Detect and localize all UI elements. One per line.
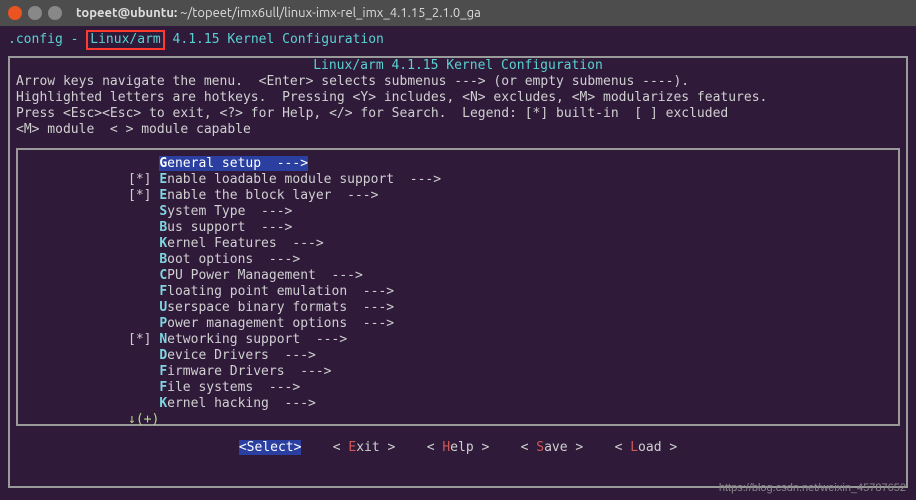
help-button[interactable]: < Help >	[427, 440, 490, 455]
title-user-host: topeet@ubuntu:	[76, 6, 177, 20]
dialog-title: Linux/arm 4.1.15 Kernel Configuration	[10, 58, 906, 74]
ncurses-dialog: Linux/arm 4.1.15 Kernel Configuration Ar…	[8, 56, 908, 488]
help-line-3: Press <Esc><Esc> to exit, <?> for Help, …	[10, 106, 906, 122]
close-icon[interactable]	[8, 6, 22, 20]
menu-item-userspace-binary[interactable]: Userspace binary formats --->	[128, 300, 892, 316]
config-status-line: .config - Linux/arm 4.1.15 Kernel Config…	[8, 30, 908, 50]
menu-item-block-layer[interactable]: [*] Enable the block layer --->	[128, 188, 892, 204]
menu-item-file-systems[interactable]: File systems --->	[128, 380, 892, 396]
menu-item-power-management[interactable]: Power management options --->	[128, 316, 892, 332]
help-line-4: <M> module < > module capable	[10, 122, 906, 138]
title-path: ~/topeet/imx6ull/linux-imx-rel_imx_4.1.1…	[177, 6, 481, 20]
menu-item-bus-support[interactable]: Bus support --->	[128, 220, 892, 236]
window-title: topeet@ubuntu: ~/topeet/imx6ull/linux-im…	[76, 6, 481, 20]
button-bar: <Select> < Exit > < Help > < Save > < Lo…	[10, 440, 906, 456]
help-line-2: Highlighted letters are hotkeys. Pressin…	[10, 90, 906, 106]
menu-item-networking[interactable]: [*] Networking support --->	[128, 332, 892, 348]
menu-item-system-type[interactable]: System Type --->	[128, 204, 892, 220]
menu-item-device-drivers[interactable]: Device Drivers --->	[128, 348, 892, 364]
maximize-icon[interactable]	[48, 6, 62, 20]
more-below-indicator: ↓(+)	[128, 412, 892, 428]
highlighted-arch: Linux/arm	[86, 30, 164, 50]
menu-item-general-setup[interactable]: General setup --->	[128, 156, 308, 172]
menu-item-firmware-drivers[interactable]: Firmware Drivers --->	[128, 364, 892, 380]
save-button[interactable]: < Save >	[521, 440, 584, 455]
menu-item-kernel-hacking[interactable]: Kernel hacking --->	[128, 396, 892, 412]
help-line-1: Arrow keys navigate the menu. <Enter> se…	[10, 74, 906, 90]
select-button[interactable]: <Select>	[239, 440, 302, 455]
window-titlebar: topeet@ubuntu: ~/topeet/imx6ull/linux-im…	[0, 0, 916, 26]
terminal-area: .config - Linux/arm 4.1.15 Kernel Config…	[0, 26, 916, 500]
watermark-text: https://blog.csdn.net/weixin_45787652	[719, 480, 906, 496]
menu-list: General setup ---> [*] Enable loadable m…	[16, 148, 900, 426]
menu-item-kernel-features[interactable]: Kernel Features --->	[128, 236, 892, 252]
menu-item-cpu-power[interactable]: CPU Power Management --->	[128, 268, 892, 284]
config-file: .config	[8, 32, 63, 47]
config-sep: -	[63, 32, 86, 47]
exit-button[interactable]: < Exit >	[333, 440, 396, 455]
menu-item-loadable-module[interactable]: [*] Enable loadable module support --->	[128, 172, 892, 188]
menu-item-floating-point[interactable]: Floating point emulation --->	[128, 284, 892, 300]
load-button[interactable]: < Load >	[615, 440, 678, 455]
minimize-icon[interactable]	[28, 6, 42, 20]
config-rest: 4.1.15 Kernel Configuration	[165, 32, 384, 47]
menu-item-boot-options[interactable]: Boot options --->	[128, 252, 892, 268]
